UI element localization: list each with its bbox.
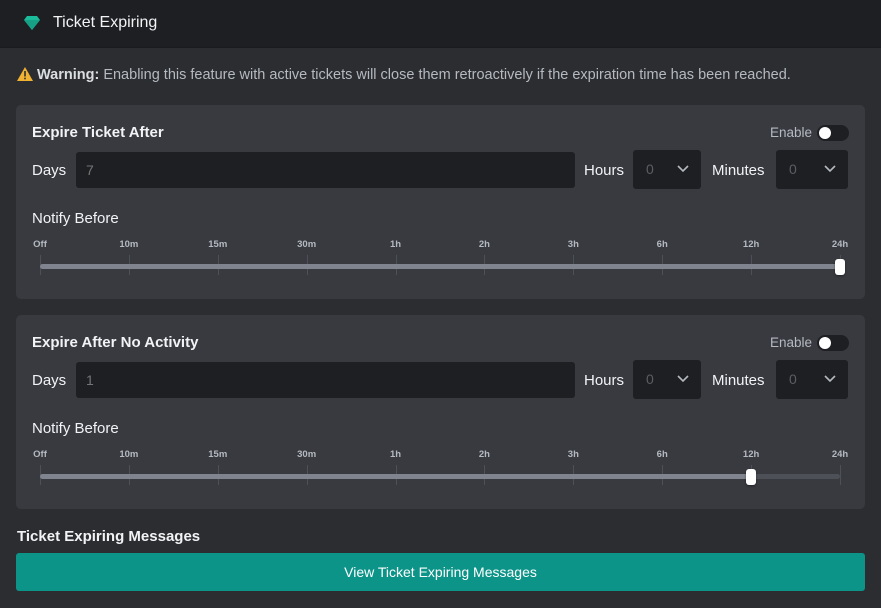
warning-banner: Warning: Enabling this feature with acti… [17,67,791,83]
slider-tick-label: 15m [208,449,228,460]
hours-label: Hours [584,372,625,389]
notify-before-label: Notify Before [32,210,119,227]
toggle-knob [819,337,831,349]
expire-ticket-after-section: Expire Ticket After Enable Days Hours 0 … [16,105,865,299]
chevron-down-icon [677,165,689,173]
enable-label: Enable [770,125,813,140]
slider-tick-label: 24h [831,239,849,250]
toggle-knob [819,127,831,139]
slider-tick-label: Off [33,449,47,460]
minutes-select[interactable]: 0 [776,360,848,399]
messages-heading: Ticket Expiring Messages [17,528,201,545]
slider-thumb[interactable] [746,469,757,485]
minutes-value: 0 [789,161,797,177]
section-title: Expire After No Activity [32,334,199,351]
slider-tick-label: 3h [567,449,579,460]
slider-tick-label: 12h [742,239,760,250]
hours-value: 0 [646,161,654,177]
hours-select[interactable]: 0 [633,150,701,189]
slider-tick-label: 1h [390,239,402,250]
chevron-down-icon [824,375,836,383]
panel-title: Ticket Expiring [53,14,158,31]
chevron-down-icon [824,165,836,173]
slider-tick-label: 6h [656,449,668,460]
slider-tick-label: 10m [119,239,139,250]
gem-icon [24,16,40,30]
slider-tick-label: 1h [390,449,402,460]
warning-text: Enabling this feature with active ticket… [99,67,791,83]
warning-icon [17,67,33,81]
minutes-label: Minutes [712,372,765,389]
minutes-value: 0 [789,371,797,387]
days-label: Days [32,372,67,389]
panel-header: Ticket Expiring [0,0,881,48]
slider-tick-label: 3h [567,239,579,250]
hours-value: 0 [646,371,654,387]
notify-before-slider[interactable]: Off 10m 15m 30m 1h 2h 3h 6h 12h 24h [33,446,848,491]
chevron-down-icon [677,375,689,383]
slider-tick-label: 2h [478,239,490,250]
slider-tick-label: 30m [297,449,317,460]
days-label: Days [32,162,67,179]
notify-before-label: Notify Before [32,420,119,437]
warning-label: Warning: [37,67,100,83]
slider-tick-label: 6h [656,239,668,250]
slider-tick-label: 12h [742,449,760,460]
slider-tick-label: 24h [831,449,849,460]
days-input[interactable] [76,152,575,188]
section-title: Expire Ticket After [32,124,164,141]
slider-tick-label: 2h [478,449,490,460]
enable-label: Enable [770,335,813,350]
notify-before-slider[interactable]: Off 10m 15m 30m 1h 2h 3h 6h 12h 24h [33,236,848,281]
hours-select[interactable]: 0 [633,360,701,399]
slider-tick-label: 30m [297,239,317,250]
days-input[interactable] [76,362,575,398]
slider-tick-label: 15m [208,239,228,250]
enable-toggle[interactable] [817,335,849,351]
slider-fill [40,264,840,269]
slider-tick-label: 10m [119,449,139,460]
enable-toggle[interactable] [817,125,849,141]
slider-thumb[interactable] [835,259,845,275]
hours-label: Hours [584,162,625,179]
minutes-label: Minutes [712,162,765,179]
slider-fill [40,474,752,479]
minutes-select[interactable]: 0 [776,150,848,189]
view-messages-button[interactable]: View Ticket Expiring Messages [16,553,865,591]
slider-tick [840,465,841,485]
slider-tick-label: Off [33,239,47,250]
expire-after-no-activity-section: Expire After No Activity Enable Days Hou… [16,315,865,509]
